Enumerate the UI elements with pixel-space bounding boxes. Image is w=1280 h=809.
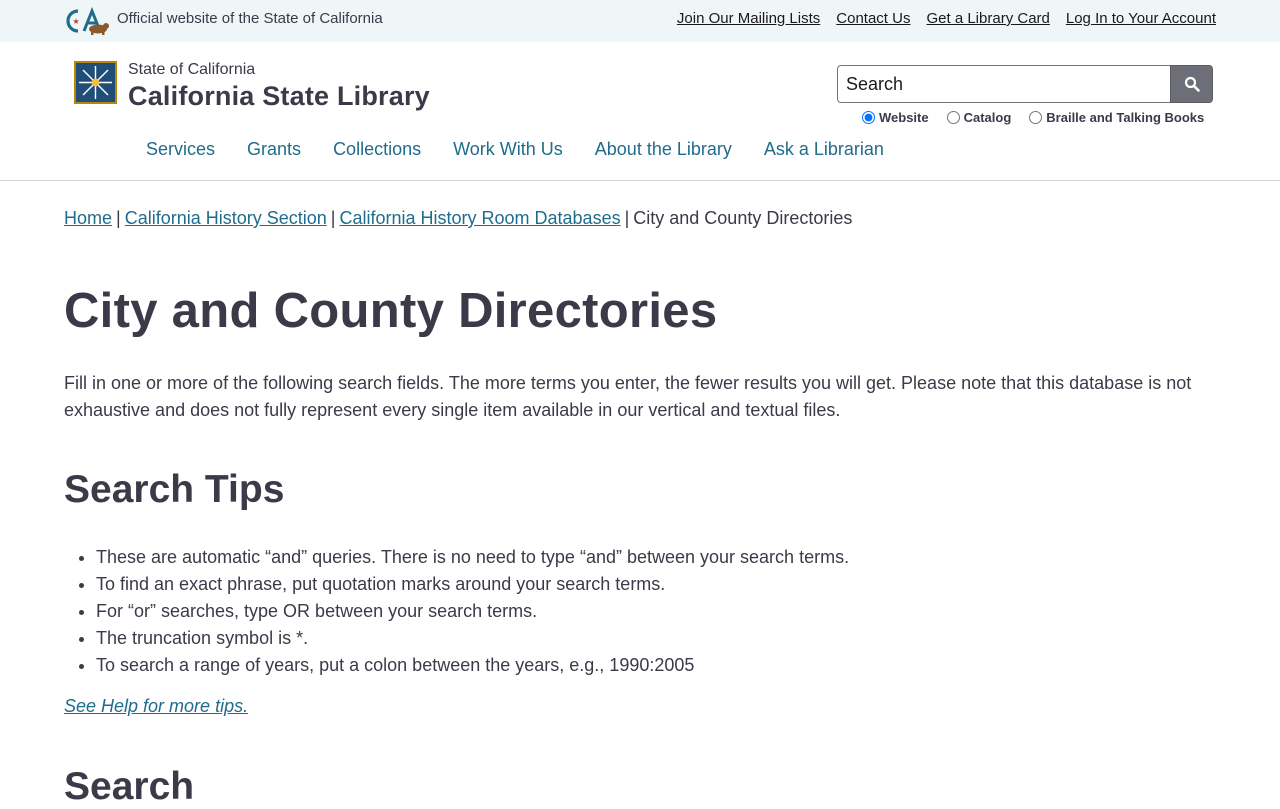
breadcrumb-history-databases[interactable]: California History Room Databases [339,208,620,228]
breadcrumb-separator: | [624,208,630,228]
scope-catalog-label: Catalog [963,110,1012,125]
nav-services[interactable]: Services [146,139,215,160]
main-nav: Services Grants Collections Work With Us… [146,139,884,160]
ca-state-logo-icon[interactable]: ★ [64,7,110,35]
list-item: To find an exact phrase, put quotation m… [96,571,1196,598]
scope-braille[interactable]: Braille and Talking Books [1029,110,1204,125]
contact-us-link[interactable]: Contact Us [836,10,910,27]
library-star-logo-icon[interactable] [74,61,117,104]
utility-links: Join Our Mailing Lists Contact Us Get a … [677,10,1216,27]
login-link[interactable]: Log In to Your Account [1066,10,1216,27]
search-input[interactable] [837,65,1170,103]
search-tips-heading: Search Tips [64,468,285,511]
scope-website-label: Website [879,110,929,125]
nav-work-with-us[interactable]: Work With Us [453,139,563,160]
nav-ask-librarian[interactable]: Ask a Librarian [764,139,884,160]
nav-grants[interactable]: Grants [247,139,301,160]
search-icon [1184,76,1200,92]
list-item: To search a range of years, put a colon … [96,652,1196,679]
org-subtitle: State of California [128,61,256,78]
nav-collections[interactable]: Collections [333,139,421,160]
scope-braille-radio[interactable] [1029,111,1043,124]
list-item: For “or” searches, type OR between your … [96,598,1196,625]
utility-bar: ★ Official website of the State of Calif… [0,0,1280,42]
svg-text:★: ★ [73,17,80,26]
scope-catalog-radio[interactable] [946,111,960,124]
list-item: The truncation symbol is *. [96,625,1196,652]
breadcrumb-separator: | [330,208,336,228]
breadcrumb-separator: | [116,208,121,228]
search-tips-list: These are automatic “and” queries. There… [96,544,1196,679]
site-search [837,65,1213,103]
breadcrumb-current: City and County Directories [633,208,853,228]
library-card-link[interactable]: Get a Library Card [926,10,1049,27]
search-button[interactable] [1170,65,1213,103]
scope-website[interactable]: Website [862,110,929,125]
help-link[interactable]: See Help for more tips. [64,696,248,717]
breadcrumb: Home | California History Section | Californ… [64,208,852,229]
scope-braille-label: Braille and Talking Books [1046,110,1205,125]
scope-website-radio[interactable] [862,111,875,124]
nav-about[interactable]: About the Library [595,139,732,160]
scope-catalog[interactable]: Catalog [946,110,1012,125]
search-scope: Website Catalog Braille and Talking Book… [862,110,1204,125]
search-heading: Search [64,765,195,808]
site-header: State of California California State Lib… [0,42,1280,181]
breadcrumb-history-section[interactable]: California History Section [125,208,327,228]
intro-text: Fill in one or more of the following sea… [64,373,1192,420]
breadcrumb-home[interactable]: Home [64,208,112,228]
mailing-lists-link[interactable]: Join Our Mailing Lists [677,10,820,27]
official-website-text: Official website of the State of Califor… [117,10,383,27]
list-item: These are automatic “and” queries. There… [96,544,1196,571]
page-title: City and County Directories [64,284,718,338]
site-title[interactable]: California State Library [128,81,430,112]
